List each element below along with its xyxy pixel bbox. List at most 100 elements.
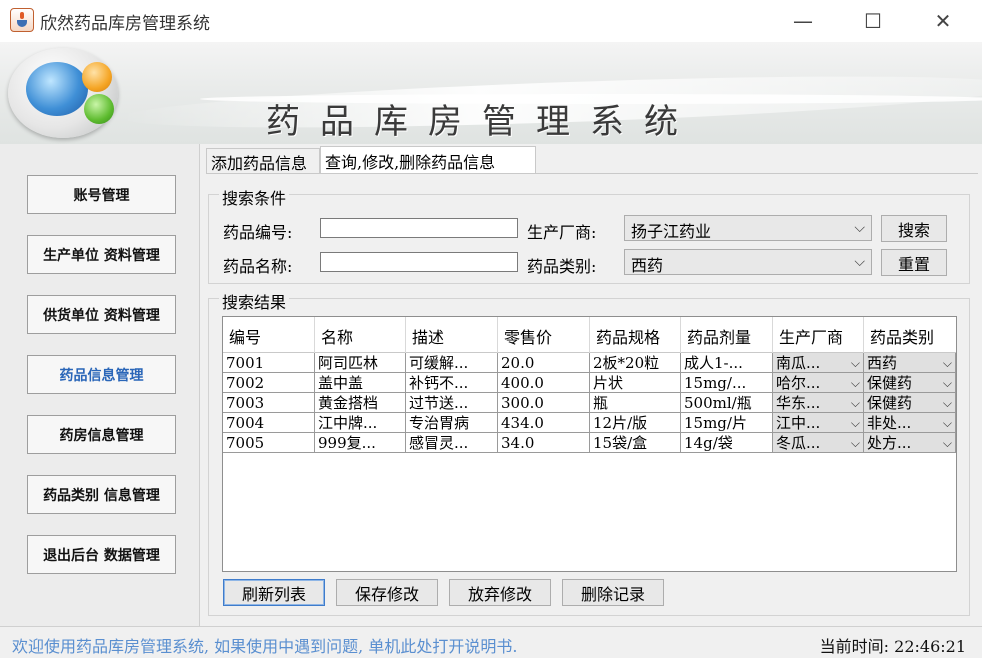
tab-add-medicine[interactable]: 添加药品信息 [206, 148, 320, 174]
maker-select[interactable]: 扬子江药业 ⌵ [624, 215, 872, 241]
category-select[interactable]: 西药 ⌵ [624, 249, 872, 275]
cell-name[interactable]: 黄金搭档 [315, 393, 406, 413]
cell-dosage[interactable]: 15mg/... [681, 373, 773, 393]
cell-name[interactable]: 盖中盖 [315, 373, 406, 393]
cell-price[interactable]: 400.0 [498, 373, 590, 393]
maximize-button[interactable]: ☐ [850, 6, 896, 36]
table-row[interactable]: 7005 999复... 感冒灵... 34.0 15袋/盒 14g/袋 冬瓜.… [223, 433, 956, 453]
cell-maker-combo[interactable]: 江中... ⌵ [773, 413, 864, 433]
logo-green-sphere [84, 94, 114, 124]
cell-maker-combo[interactable]: 南瓜... ⌵ [773, 353, 864, 373]
cell-code[interactable]: 7002 [223, 373, 315, 393]
chevron-down-icon: ⌵ [850, 376, 860, 390]
table-row[interactable]: 7001 阿司匹林 可缓解... 20.0 2板*20粒 成人1-... 南瓜.… [223, 353, 956, 373]
tab-query-medicine[interactable]: 查询,修改,删除药品信息 [320, 146, 536, 174]
cell-name[interactable]: 阿司匹林 [315, 353, 406, 373]
cell-description[interactable]: 专治胃病 [406, 413, 498, 433]
name-input[interactable] [320, 252, 518, 272]
cell-code[interactable]: 7004 [223, 413, 315, 433]
main-panel: 添加药品信息 查询,修改,删除药品信息 搜索条件 药品编号: 生产厂商: 扬子江… [200, 144, 982, 626]
column-header[interactable]: 药品类别 [864, 317, 956, 353]
cell-spec[interactable]: 瓶 [590, 393, 681, 413]
sidebar-item-pharmacy[interactable]: 药房信息管理 [27, 415, 176, 454]
title-bar: 欣然药品库房管理系统 — ☐ ✕ [0, 0, 982, 42]
window-title: 欣然药品库房管理系统 [40, 14, 210, 34]
cell-description[interactable]: 感冒灵... [406, 433, 498, 453]
search-conditions-group: 搜索条件 药品编号: 生产厂商: 扬子江药业 ⌵ 搜索 药品名称: 药品类别: … [208, 185, 970, 284]
search-button[interactable]: 搜索 [881, 215, 947, 242]
chevron-down-icon: ⌵ [942, 356, 952, 370]
cell-code[interactable]: 7003 [223, 393, 315, 413]
cell-code[interactable]: 7001 [223, 353, 315, 373]
cell-category-combo[interactable]: 保健药 ⌵ [864, 393, 956, 413]
cell-price[interactable]: 434.0 [498, 413, 590, 433]
code-input[interactable] [320, 218, 518, 238]
cell-code[interactable]: 7005 [223, 433, 315, 453]
delete-record-button[interactable]: 删除记录 [562, 579, 664, 606]
cell-spec[interactable]: 12片/版 [590, 413, 681, 433]
column-header[interactable]: 零售价 [498, 317, 590, 353]
sidebar-item-category[interactable]: 药品类别 信息管理 [27, 475, 176, 514]
sidebar-item-medicine[interactable]: 药品信息管理 [27, 355, 176, 394]
cell-spec[interactable]: 片状 [590, 373, 681, 393]
cell-dosage[interactable]: 14g/袋 [681, 433, 773, 453]
logo-orange-sphere [82, 62, 112, 92]
cell-spec[interactable]: 2板*20粒 [590, 353, 681, 373]
chevron-down-icon: ⌵ [854, 254, 865, 270]
minimize-button[interactable]: — [780, 6, 826, 36]
cell-description[interactable]: 补钙不... [406, 373, 498, 393]
cell-category-value: 非处... [867, 414, 912, 432]
cell-maker-combo[interactable]: 哈尔... ⌵ [773, 373, 864, 393]
sidebar-item-supplier[interactable]: 供货单位 资料管理 [27, 295, 176, 334]
cell-price[interactable]: 34.0 [498, 433, 590, 453]
cell-category-combo[interactable]: 保健药 ⌵ [864, 373, 956, 393]
cell-name[interactable]: 999复... [315, 433, 406, 453]
chevron-down-icon: ⌵ [850, 356, 860, 370]
table-row[interactable]: 7002 盖中盖 补钙不... 400.0 片状 15mg/... 哈尔... ⌵… [223, 373, 956, 393]
table-row[interactable]: 7003 黄金搭档 过节送... 300.0 瓶 500ml/瓶 华东... ⌵ … [223, 393, 956, 413]
discard-changes-button[interactable]: 放弃修改 [449, 579, 551, 606]
cell-maker-combo[interactable]: 华东... ⌵ [773, 393, 864, 413]
cell-category-combo[interactable]: 西药 ⌵ [864, 353, 956, 373]
column-header[interactable]: 生产厂商 [773, 317, 864, 353]
column-header[interactable]: 编号 [223, 317, 315, 353]
category-select-value: 西药 [631, 256, 664, 275]
cell-price[interactable]: 20.0 [498, 353, 590, 373]
sidebar-item-exit[interactable]: 退出后台 数据管理 [27, 535, 176, 574]
column-header[interactable]: 药品剂量 [681, 317, 773, 353]
name-label: 药品名称: [223, 257, 293, 276]
cell-dosage[interactable]: 成人1-... [681, 353, 773, 373]
column-header[interactable]: 名称 [315, 317, 406, 353]
chevron-down-icon: ⌵ [942, 436, 952, 450]
tab-divider [206, 173, 978, 174]
reset-button[interactable]: 重置 [881, 249, 947, 276]
cell-dosage[interactable]: 500ml/瓶 [681, 393, 773, 413]
cell-spec[interactable]: 15袋/盒 [590, 433, 681, 453]
column-header[interactable]: 描述 [406, 317, 498, 353]
chevron-down-icon: ⌵ [942, 396, 952, 410]
sidebar-item-account[interactable]: 账号管理 [27, 175, 176, 214]
cell-dosage[interactable]: 15mg/片 [681, 413, 773, 433]
close-button[interactable]: ✕ [920, 6, 966, 36]
cell-maker-value: 冬瓜... [776, 434, 821, 452]
search-results-title: 搜索结果 [219, 289, 290, 313]
header-banner: 药品库房管理系统 [0, 42, 982, 144]
banner-title: 药品库房管理系统 [266, 102, 698, 142]
results-table[interactable]: 编号 名称 描述 零售价 药品规格 药品剂量 生产厂商 药品类别 7001 阿司… [222, 316, 957, 572]
save-changes-button[interactable]: 保存修改 [336, 579, 438, 606]
cell-name[interactable]: 江中牌... [315, 413, 406, 433]
cell-maker-combo[interactable]: 冬瓜... ⌵ [773, 433, 864, 453]
chevron-down-icon: ⌵ [942, 416, 952, 430]
column-header[interactable]: 药品规格 [590, 317, 681, 353]
cell-price[interactable]: 300.0 [498, 393, 590, 413]
cell-category-combo[interactable]: 非处... ⌵ [864, 413, 956, 433]
refresh-list-button[interactable]: 刷新列表 [223, 579, 325, 606]
cell-description[interactable]: 可缓解... [406, 353, 498, 373]
cell-description[interactable]: 过节送... [406, 393, 498, 413]
cell-maker-value: 华东... [776, 394, 821, 412]
cell-category-combo[interactable]: 处方... ⌵ [864, 433, 956, 453]
help-message-link[interactable]: 欢迎使用药品库房管理系统, 如果使用中遇到问题, 单机此处打开说明书. [12, 633, 517, 657]
sidebar-item-manufacturer[interactable]: 生产单位 资料管理 [27, 235, 176, 274]
search-conditions-title: 搜索条件 [219, 185, 290, 209]
table-row[interactable]: 7004 江中牌... 专治胃病 434.0 12片/版 15mg/片 江中..… [223, 413, 956, 433]
